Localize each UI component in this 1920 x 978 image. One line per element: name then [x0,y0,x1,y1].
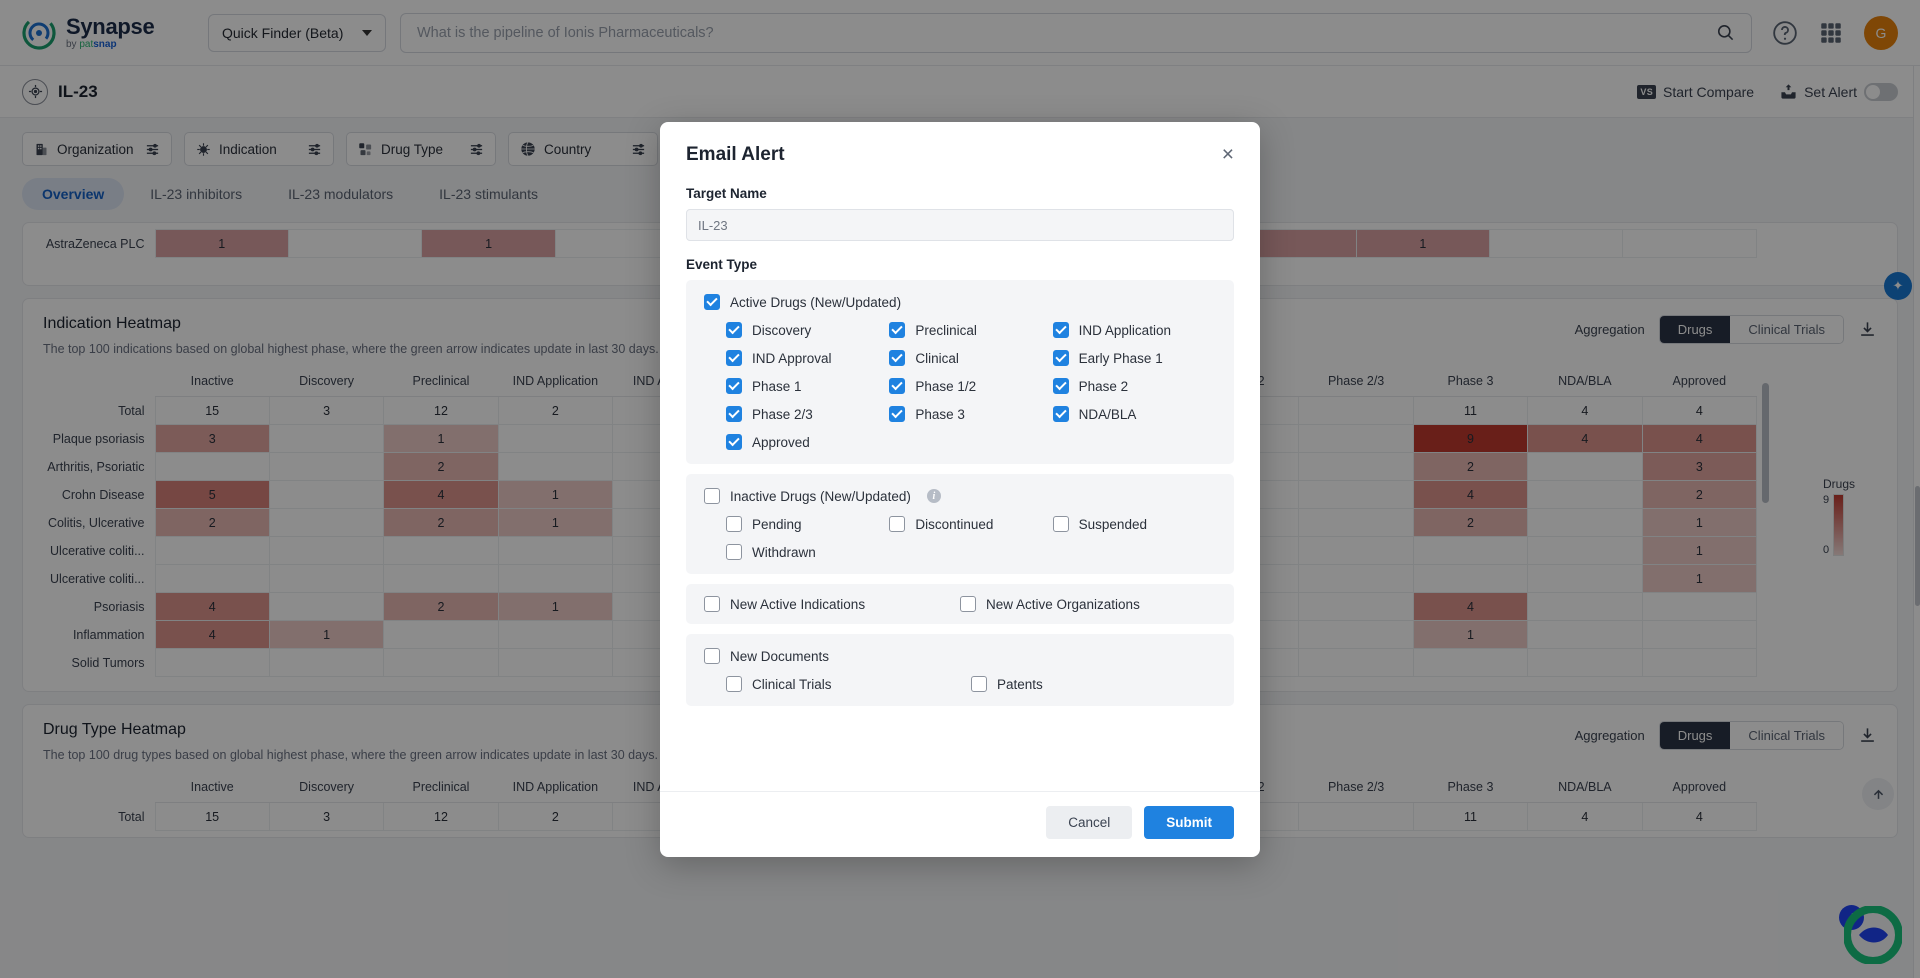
checkbox-box[interactable] [726,516,742,532]
target-name-input[interactable] [686,209,1234,241]
checkbox-label[interactable]: Preclinical [915,323,977,338]
checkbox-label[interactable]: Withdrawn [752,545,816,560]
checkbox-new-active-organizations[interactable]: New Active Organizations [960,596,1216,612]
checkbox-box[interactable] [889,378,906,394]
checkbox-label[interactable]: Phase 1 [752,379,802,394]
checkbox-label[interactable]: Pending [752,517,802,532]
event-type-groups: Active Drugs (New/Updated) Discovery Precl… [686,280,1234,574]
checkbox-label[interactable]: Clinical Trials [752,677,832,692]
checkbox-suspended[interactable]: Suspended [1052,516,1216,532]
checkbox-patents[interactable]: Patents [971,676,1216,692]
checkbox-box[interactable] [726,378,742,394]
checkbox-discontinued[interactable]: Discontinued [889,516,1052,532]
checkbox-clinical-trials[interactable]: Clinical Trials [726,676,971,692]
inactive-drugs-group: Inactive Drugs (New/Updated) i Pending Disc… [686,474,1234,574]
active-drugs-children: Discovery Preclinical IND Application IND A… [704,322,1216,450]
checkbox-box[interactable] [1052,378,1069,394]
app-root: Synapse by patsnap Quick Finder (Beta) W… [0,0,1920,978]
checkbox-box[interactable] [889,516,906,532]
submit-button[interactable]: Submit [1144,806,1234,839]
checkbox-box[interactable] [1052,406,1069,422]
checkbox-box[interactable] [1052,516,1069,532]
checkbox-label[interactable]: Inactive Drugs (New/Updated) [730,489,911,504]
event-type-label: Event Type [686,257,758,272]
checkbox-box[interactable] [726,434,742,450]
checkbox-box[interactable] [971,676,987,692]
close-icon[interactable]: × [1222,144,1234,165]
checkbox-label[interactable]: Suspended [1079,517,1147,532]
checkbox-box[interactable] [704,294,720,310]
checkbox-withdrawn[interactable]: Withdrawn [726,544,889,560]
checkbox-label[interactable]: Clinical [915,351,959,366]
checkbox-box[interactable] [726,350,742,366]
inactive-drugs-children: Pending Discontinued Suspended Withdrawn [704,516,1216,560]
checkbox-clinical[interactable]: Clinical [889,350,1052,366]
checkbox-label[interactable]: Phase 1/2 [915,379,976,394]
modal-header: Email Alert × [660,122,1260,166]
checkbox-ind-approval[interactable]: IND Approval [726,350,889,366]
checkbox-phase-1[interactable]: Phase 1 [726,378,889,394]
checkbox-inactive-drugs[interactable]: Inactive Drugs (New/Updated) i [704,488,1216,504]
checkbox-label[interactable]: Active Drugs (New/Updated) [730,295,901,310]
checkbox-label[interactable]: Early Phase 1 [1079,351,1163,366]
checkbox-label[interactable]: Discovery [752,323,811,338]
checkbox-box[interactable] [889,406,906,422]
new-documents-group: New Documents Clinical Trials Patents [686,634,1234,706]
new-active-items: New Active Indications New Active Organi… [704,596,1216,612]
cancel-button[interactable]: Cancel [1046,806,1133,839]
checkbox-phase-3[interactable]: Phase 3 [889,406,1052,422]
modal-body[interactable]: Target Name Event Type Active Drugs (New… [660,166,1260,791]
checkbox-label[interactable]: NDA/BLA [1079,407,1137,422]
checkbox-nda-bla[interactable]: NDA/BLA [1052,406,1216,422]
checkbox-label[interactable]: New Documents [730,649,829,664]
checkbox-box[interactable] [704,488,720,504]
checkbox-box[interactable] [889,350,906,366]
checkbox-new-active-indications[interactable]: New Active Indications [704,596,960,612]
checkbox-discovery[interactable]: Discovery [726,322,889,338]
email-alert-modal: Email Alert × Target Name Event Type Act… [660,122,1260,857]
target-name-label: Target Name [686,186,767,201]
checkbox-box[interactable] [704,648,720,664]
checkbox-label[interactable]: Phase 2/3 [752,407,813,422]
checkbox-label[interactable]: IND Application [1079,323,1171,338]
checkbox-box[interactable] [726,676,742,692]
checkbox-label[interactable]: New Active Indications [730,597,865,612]
checkbox-label[interactable]: New Active Organizations [986,597,1140,612]
checkbox-label[interactable]: Discontinued [915,517,993,532]
checkbox-early-phase-1[interactable]: Early Phase 1 [1052,350,1216,366]
checkbox-phase-2-3[interactable]: Phase 2/3 [726,406,889,422]
checkbox-approved[interactable]: Approved [726,434,889,450]
checkbox-box[interactable] [726,322,742,338]
checkbox-box[interactable] [1052,350,1069,366]
active-drugs-group: Active Drugs (New/Updated) Discovery Precl… [686,280,1234,464]
checkbox-label[interactable]: Approved [752,435,810,450]
checkbox-box[interactable] [960,596,976,612]
checkbox-ind-application[interactable]: IND Application [1052,322,1216,338]
checkbox-box[interactable] [704,596,720,612]
checkbox-box[interactable] [889,322,906,338]
checkbox-phase-1-2[interactable]: Phase 1/2 [889,378,1052,394]
new-active-group: New Active Indications New Active Organi… [686,584,1234,624]
info-icon[interactable]: i [926,489,941,503]
checkbox-preclinical[interactable]: Preclinical [889,322,1052,338]
checkbox-label[interactable]: IND Approval [752,351,832,366]
checkbox-label[interactable]: Patents [997,677,1043,692]
checkbox-label[interactable]: Phase 2 [1079,379,1129,394]
modal-title: Email Alert [686,144,785,165]
checkbox-box[interactable] [1052,322,1069,338]
checkbox-new-documents[interactable]: New Documents [704,648,1216,664]
checkbox-pending[interactable]: Pending [726,516,889,532]
checkbox-box[interactable] [726,544,742,560]
modal-footer: Cancel Submit [660,791,1260,857]
checkbox-box[interactable] [726,406,742,422]
checkbox-active-drugs[interactable]: Active Drugs (New/Updated) [704,294,1216,310]
checkbox-phase-2[interactable]: Phase 2 [1052,378,1216,394]
new-documents-children: Clinical Trials Patents [704,676,1216,692]
checkbox-label[interactable]: Phase 3 [915,407,965,422]
